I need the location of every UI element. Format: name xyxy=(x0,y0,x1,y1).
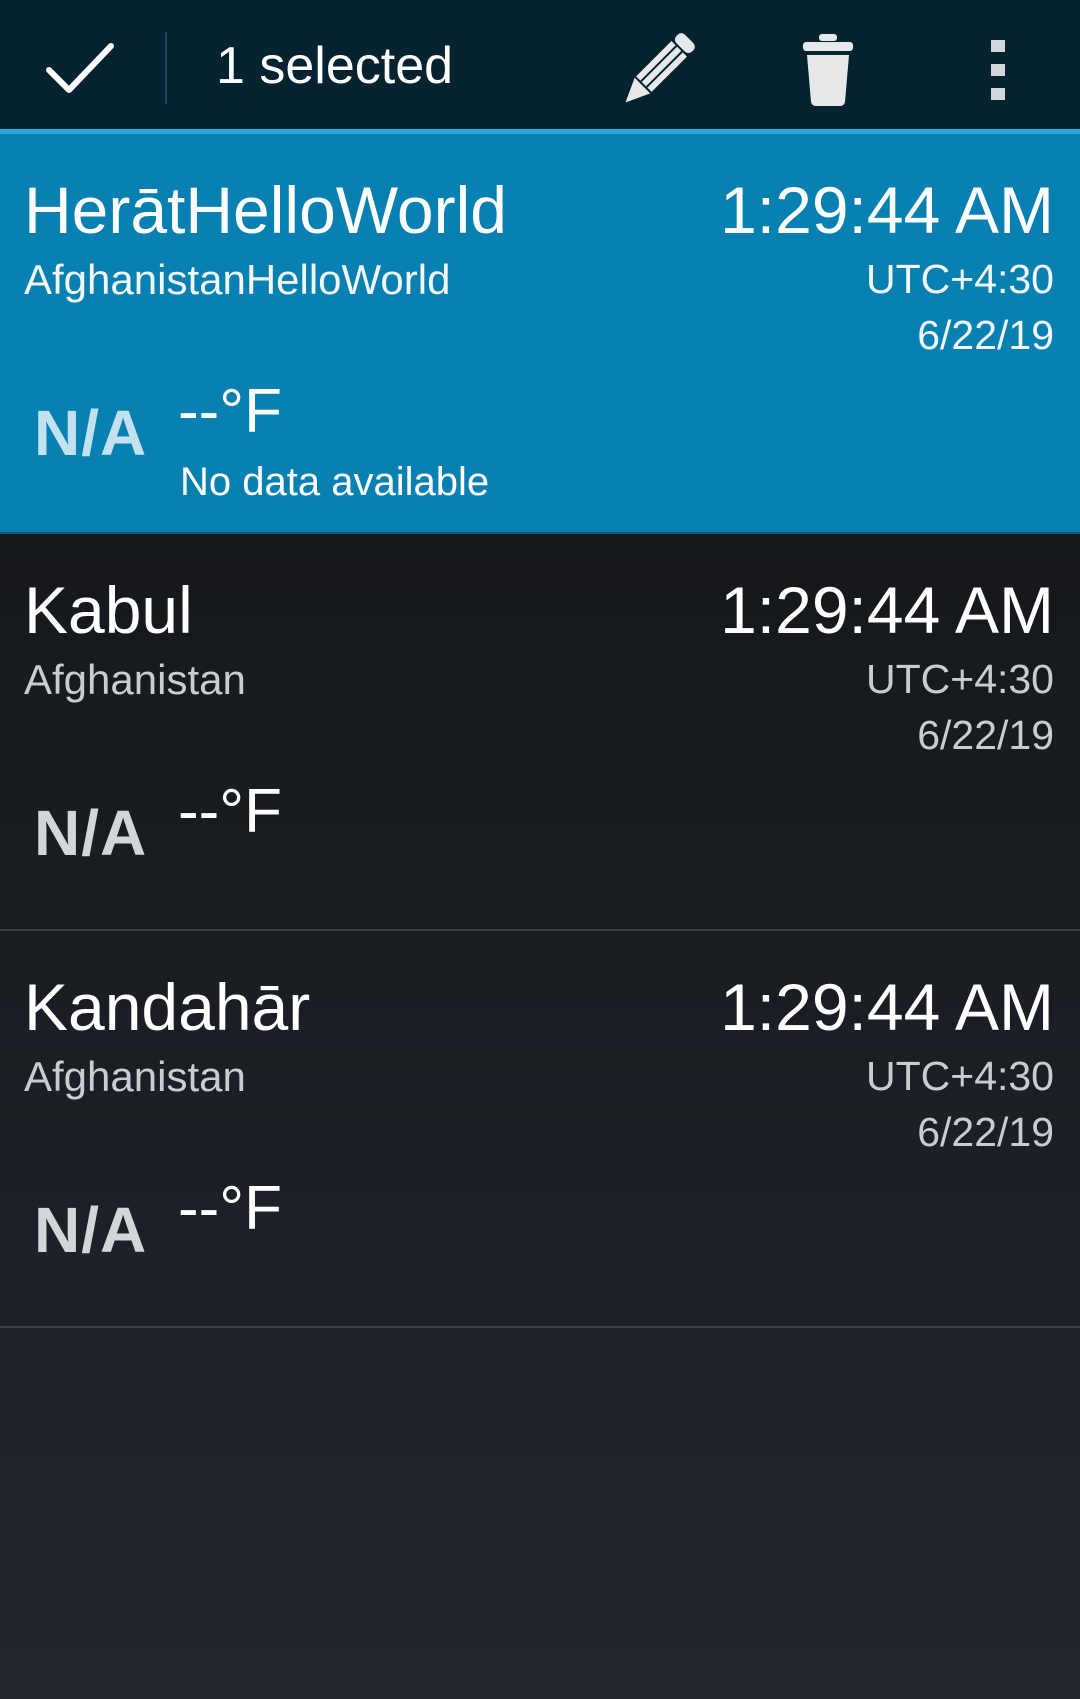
city-name: Kabul xyxy=(24,573,193,647)
action-bar-divider xyxy=(165,32,167,104)
city-name: HerātHelloWorld xyxy=(24,173,507,247)
city-date: 6/22/19 xyxy=(917,312,1054,358)
city-time: 1:29:44 AM xyxy=(720,970,1054,1044)
utc-offset: UTC+4:30 xyxy=(865,1053,1054,1099)
trash-icon xyxy=(803,34,853,106)
weather-na-icon: N/A xyxy=(34,397,148,469)
selection-count-title: 1 selected xyxy=(216,37,454,95)
temperature: --°F xyxy=(178,777,282,846)
country-name: Afghanistan xyxy=(24,656,246,703)
utc-offset: UTC+4:30 xyxy=(865,256,1054,302)
country-name: Afghanistan xyxy=(24,1053,246,1100)
city-date: 6/22/19 xyxy=(917,712,1054,758)
country-name: AfghanistanHelloWorld xyxy=(24,256,451,303)
contextual-action-bar: 1 selected xyxy=(0,0,1080,134)
city-row-herat[interactable]: HerātHelloWorld AfghanistanHelloWorld 1:… xyxy=(0,134,1080,534)
world-clock-list: HerātHelloWorld AfghanistanHelloWorld 1:… xyxy=(0,134,1080,1328)
delete-button[interactable] xyxy=(778,20,878,120)
more-options-button[interactable] xyxy=(950,20,1046,120)
city-time: 1:29:44 AM xyxy=(720,573,1054,647)
utc-offset: UTC+4:30 xyxy=(865,656,1054,702)
edit-button[interactable] xyxy=(608,20,708,120)
pencil-icon xyxy=(625,33,695,103)
weather-na-icon: N/A xyxy=(34,797,148,869)
city-row-kandahar[interactable]: Kandahār Afghanistan 1:29:44 AM UTC+4:30… xyxy=(0,931,1080,1328)
overflow-menu-icon xyxy=(991,40,1005,100)
weather-condition: No data available xyxy=(180,460,490,504)
weather-na-icon: N/A xyxy=(34,1194,148,1266)
city-name: Kandahār xyxy=(24,970,311,1044)
done-button[interactable] xyxy=(20,20,140,116)
city-row-kabul[interactable]: Kabul Afghanistan 1:29:44 AM UTC+4:30 6/… xyxy=(0,534,1080,931)
city-time: 1:29:44 AM xyxy=(720,173,1054,247)
city-date: 6/22/19 xyxy=(917,1109,1054,1155)
temperature: --°F xyxy=(178,1174,282,1243)
checkmark-icon xyxy=(46,43,114,93)
temperature: --°F xyxy=(178,377,282,446)
